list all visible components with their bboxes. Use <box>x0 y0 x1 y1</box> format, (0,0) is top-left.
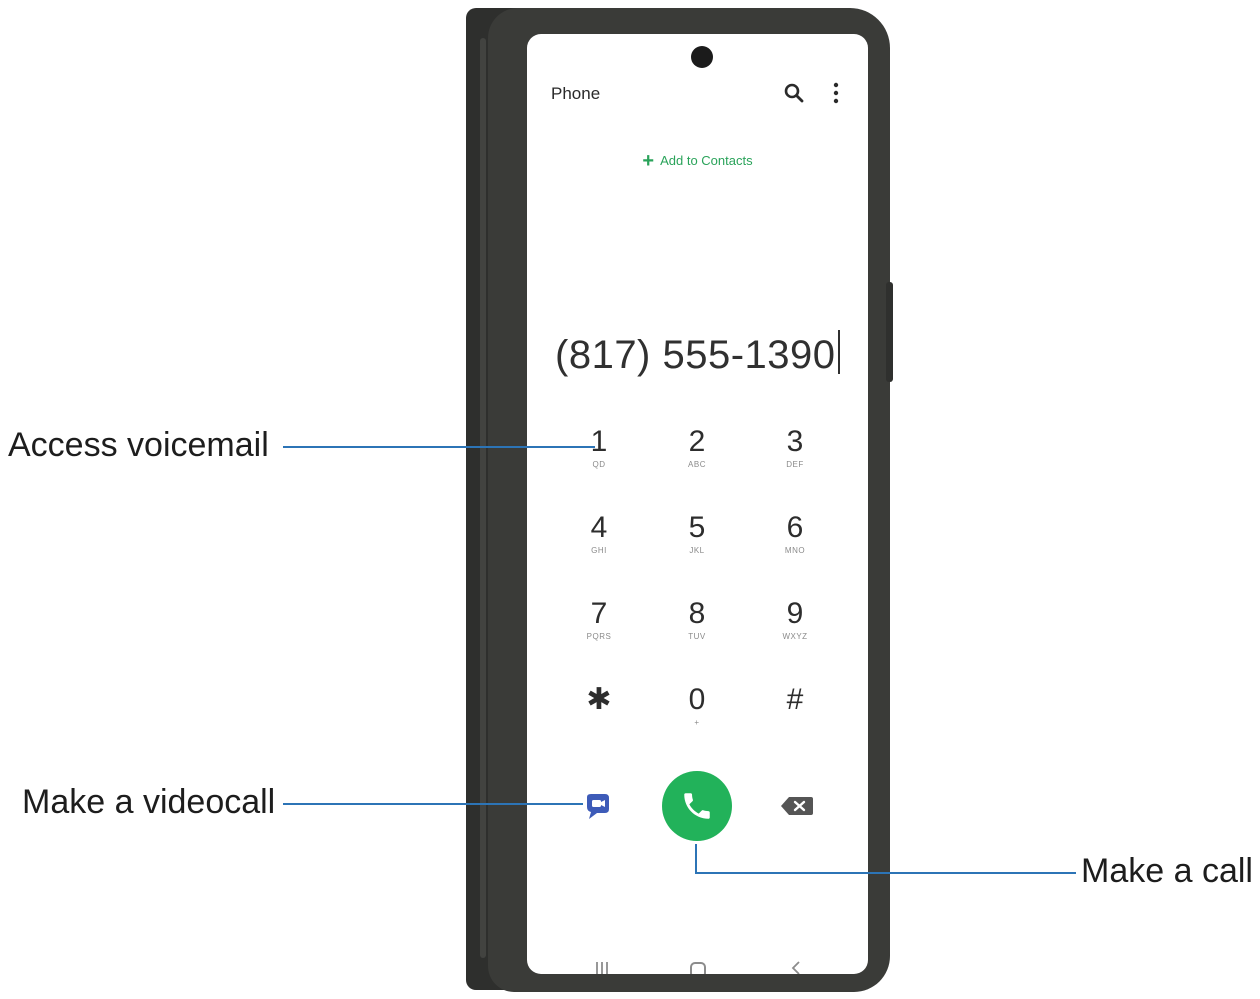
dialed-number-field[interactable]: (817) 555-1390 <box>555 330 840 378</box>
front-camera <box>691 46 713 68</box>
key-letters: + <box>694 718 700 727</box>
key-letters: JKL <box>689 546 705 555</box>
backspace-icon[interactable] <box>779 794 815 818</box>
key-digit: 8 <box>688 597 706 630</box>
key-letters: ABC <box>688 460 706 469</box>
key-digit: # <box>786 683 804 716</box>
key-1[interactable]: 1 QD <box>559 426 639 500</box>
call-button[interactable] <box>662 771 732 841</box>
add-to-contacts-link[interactable]: + Add to Contacts <box>527 150 868 173</box>
key-digit: 6 <box>786 511 804 544</box>
key-6[interactable]: 6 MNO <box>755 512 835 586</box>
callout-line-call-horizontal <box>695 872 1076 874</box>
key-digit: 5 <box>688 511 706 544</box>
key-letters: TUV <box>688 632 706 641</box>
callout-line-voicemail <box>283 446 595 448</box>
recent-apps-icon[interactable] <box>593 960 611 974</box>
key-digit: 0 <box>688 683 706 716</box>
key-letters: QD <box>592 460 606 469</box>
key-digit: 1 <box>590 425 608 458</box>
key-4[interactable]: 4 GHI <box>559 512 639 586</box>
key-letters: DEF <box>786 460 804 469</box>
hinge-stripe <box>480 38 486 958</box>
key-letters: MNO <box>784 546 806 555</box>
key-digit: 7 <box>590 597 608 630</box>
home-icon[interactable] <box>690 962 706 974</box>
text-cursor <box>837 330 840 374</box>
key-8[interactable]: 8 TUV <box>657 598 737 672</box>
add-to-contacts-label: Add to Contacts <box>660 153 753 168</box>
key-0[interactable]: 0 + <box>657 684 737 758</box>
key-2[interactable]: 2 ABC <box>657 426 737 500</box>
key-9[interactable]: 9 WXYZ <box>755 598 835 672</box>
callout-make-videocall: Make a videocall <box>22 783 276 821</box>
phone-screen: Phone + Add to Contacts (817) 555-1390 1 … <box>527 34 868 974</box>
callout-line-videocall <box>283 803 583 805</box>
callout-line-call-vertical <box>695 844 697 874</box>
search-icon[interactable] <box>783 82 805 104</box>
key-digit: 3 <box>786 425 804 458</box>
key-star[interactable]: ✱ <box>559 684 639 758</box>
videocall-icon[interactable] <box>583 791 613 821</box>
key-letters: PQRS <box>586 632 612 641</box>
key-letters: WXYZ <box>782 632 808 641</box>
app-title: Phone <box>551 84 601 103</box>
key-digit: 2 <box>688 425 706 458</box>
side-button <box>886 282 893 382</box>
plus-icon: + <box>642 150 655 172</box>
dialed-number: (817) 555-1390 <box>555 333 836 377</box>
key-7[interactable]: 7 PQRS <box>559 598 639 672</box>
back-icon[interactable] <box>789 958 803 974</box>
phone-call-icon <box>684 793 710 819</box>
callout-access-voicemail: Access voicemail <box>8 426 269 464</box>
key-letters: GHI <box>591 546 607 555</box>
key-digit: 9 <box>786 597 804 630</box>
key-3[interactable]: 3 DEF <box>755 426 835 500</box>
key-5[interactable]: 5 JKL <box>657 512 737 586</box>
more-options-icon[interactable] <box>829 80 843 106</box>
key-hash[interactable]: # <box>755 684 835 758</box>
callout-make-call: Make a call <box>1081 852 1253 890</box>
key-digit: 4 <box>590 511 608 544</box>
key-digit: ✱ <box>586 683 612 716</box>
